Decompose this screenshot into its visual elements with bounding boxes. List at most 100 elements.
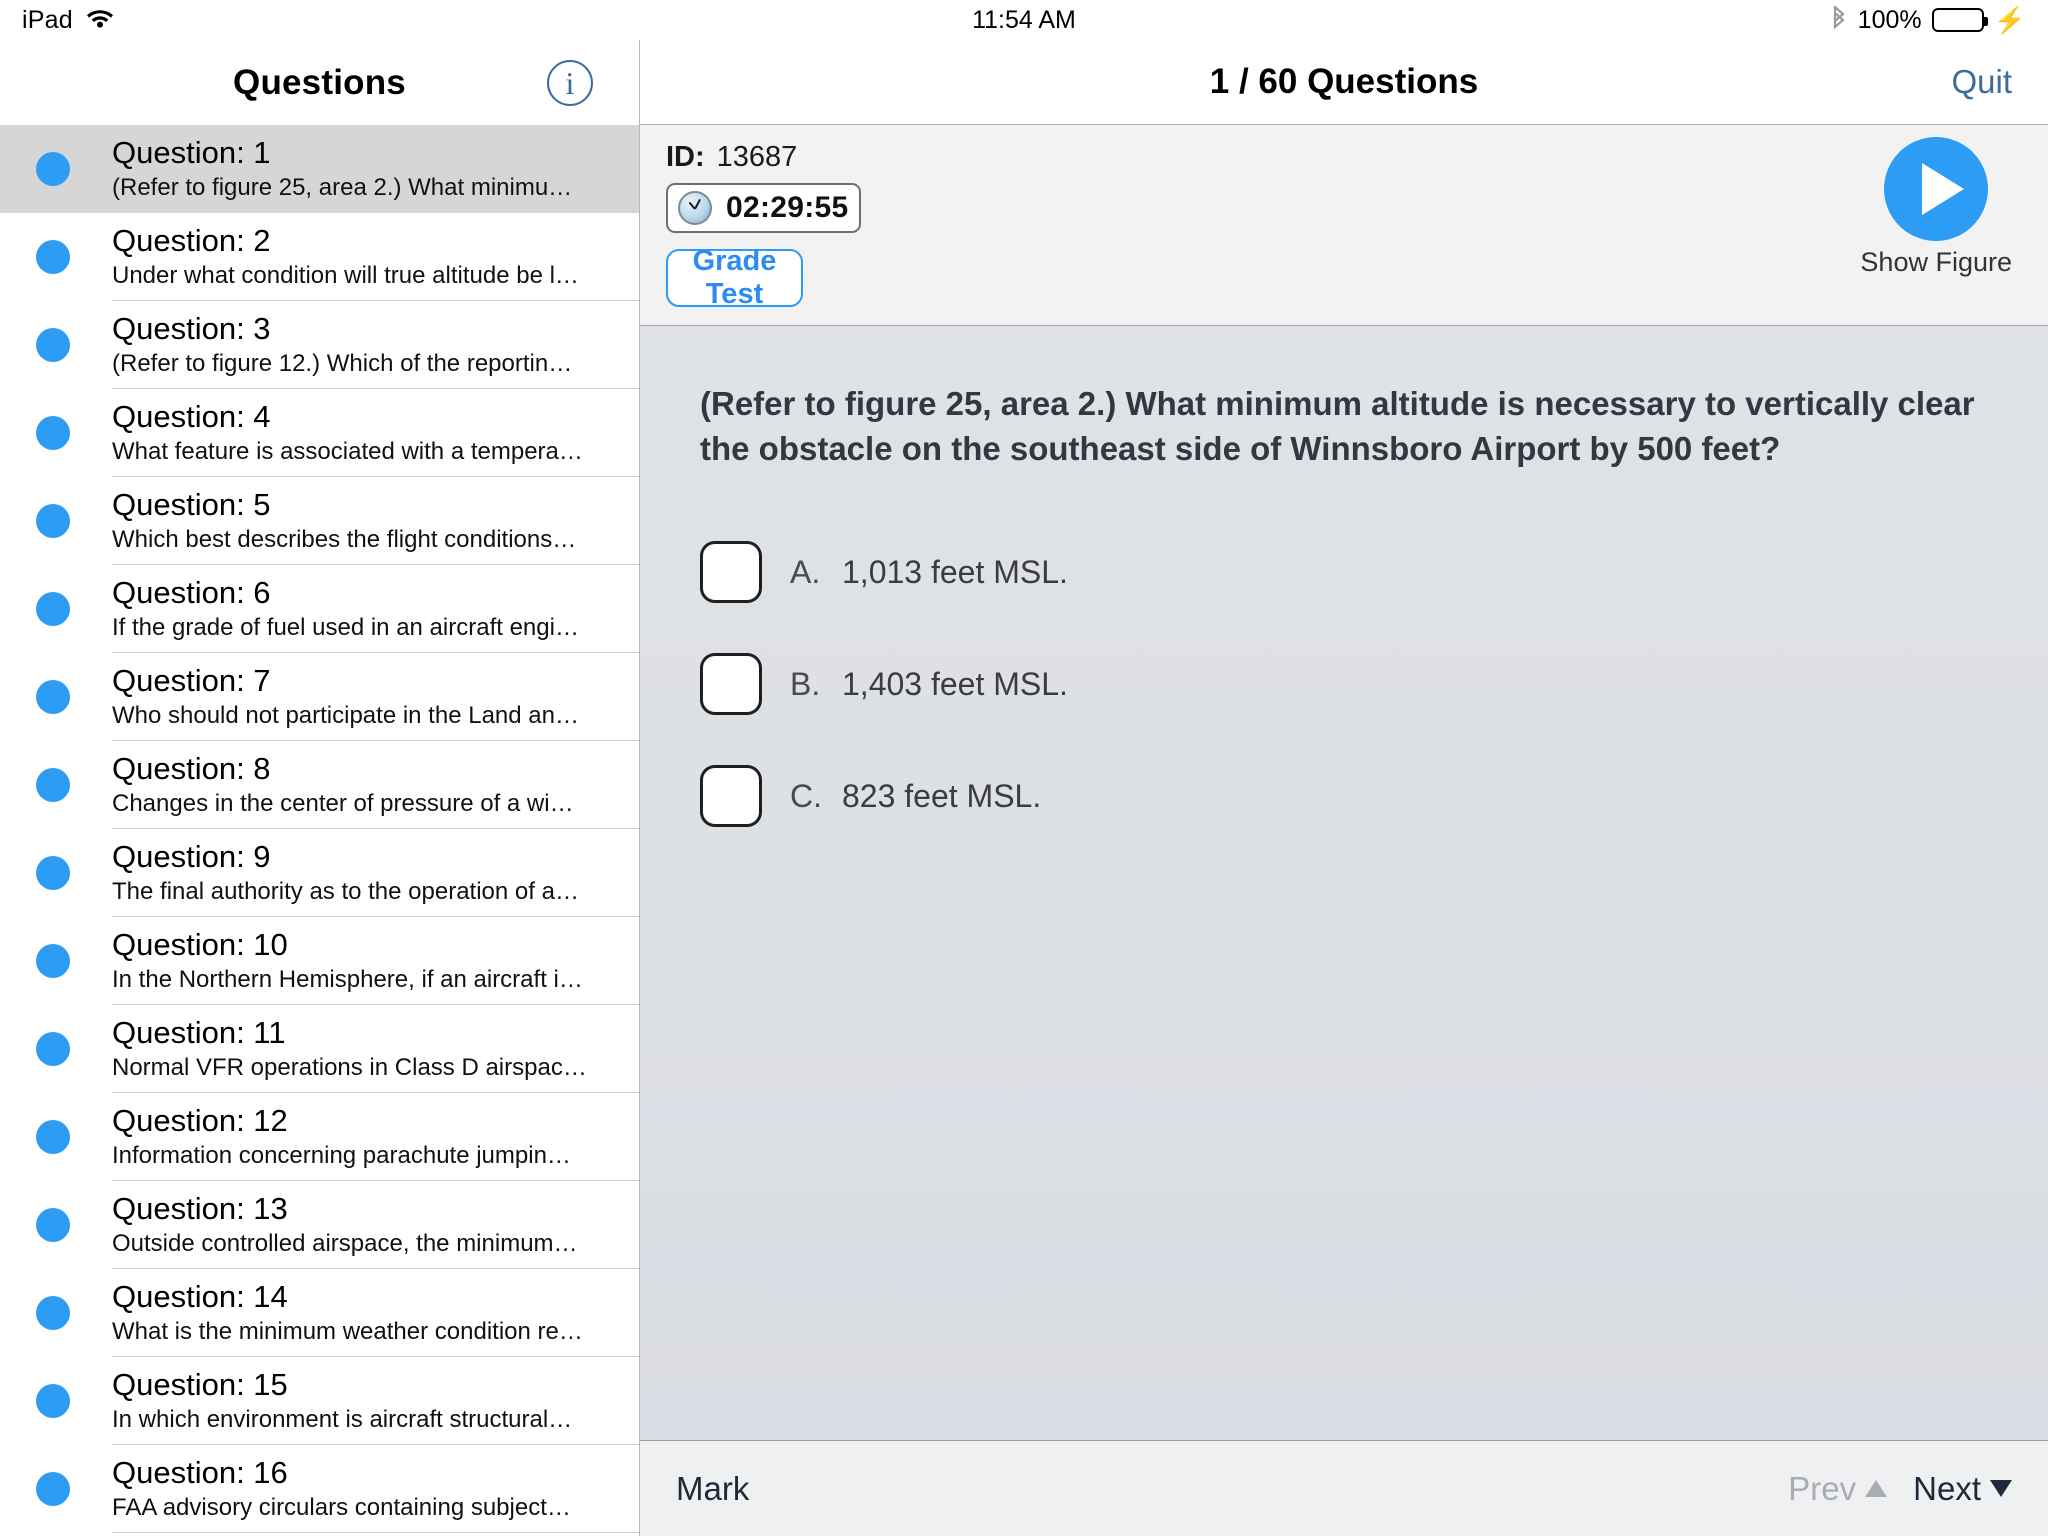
- question-list-item-title: Question: 13: [112, 1191, 288, 1227]
- question-status-dot: [36, 856, 70, 890]
- question-list-item-preview: Information concerning parachute jumpin…: [112, 1142, 571, 1170]
- question-list-item-preview: (Refer to figure 25, area 2.) What minim…: [112, 174, 573, 202]
- question-list-item-text: Question: 7 Who should not participate in…: [112, 653, 639, 741]
- bluetooth-icon: [1830, 4, 1848, 34]
- question-list-item-preview: Who should not participate in the Land a…: [112, 702, 579, 730]
- question-list-item[interactable]: Question: 11 Normal VFR operations in Cla…: [0, 1005, 639, 1093]
- question-list-item-text: Question: 14 What is the minimum weather …: [112, 1269, 639, 1357]
- question-list-item[interactable]: Question: 15 In which environment is airc…: [0, 1357, 639, 1445]
- question-list-item-text: Question: 5 Which best describes the flig…: [112, 477, 639, 565]
- question-status-dot: [36, 1032, 70, 1066]
- sidebar-header: Questions i: [0, 40, 639, 125]
- question-status-dot: [36, 152, 70, 186]
- battery-icon: [1931, 8, 1988, 32]
- question-list-item-text: Question: 12 Information concerning parac…: [112, 1093, 639, 1181]
- answer-text: 823 feet MSL.: [842, 777, 1042, 814]
- answer-letter: C.: [790, 777, 822, 814]
- question-list-item[interactable]: Question: 9 The final authority as to the…: [0, 829, 639, 917]
- question-list-item[interactable]: Question: 12 Information concerning parac…: [0, 1093, 639, 1181]
- question-list-item[interactable]: Question: 14 What is the minimum weather …: [0, 1269, 639, 1357]
- show-figure-label: Show Figure: [1860, 247, 2012, 277]
- question-status-dot: [36, 416, 70, 450]
- answer-letter: B.: [790, 665, 821, 702]
- question-list-item-title: Question: 11: [112, 1015, 286, 1051]
- question-list-item[interactable]: Question: 10 In the Northern Hemisphere, …: [0, 917, 639, 1005]
- question-list-item-title: Question: 16: [112, 1455, 288, 1491]
- question-list-item-title: Question: 4: [112, 399, 271, 435]
- answer-checkbox[interactable]: [700, 765, 762, 828]
- question-list-item-text: Question: 15 In which environment is airc…: [112, 1357, 639, 1445]
- question-list-item-preview: FAA advisory circulars containing subjec…: [112, 1494, 571, 1522]
- status-bar-clock: 11:54 AM: [972, 5, 1076, 34]
- question-list-item-text: Question: 16 FAA advisory circulars conta…: [112, 1445, 639, 1533]
- question-list-item-title: Question: 10: [112, 927, 288, 963]
- test-info-left: ID: 13687 02:29:55 Grade Test: [640, 141, 861, 310]
- clock-icon: [678, 191, 712, 225]
- question-list[interactable]: Question: 1 (Refer to figure 25, area 2.)…: [0, 125, 639, 1536]
- question-counter: 1 / 60 Questions: [1209, 62, 1479, 101]
- question-id: ID: 13687: [666, 141, 861, 174]
- answer-text: 1,013 feet MSL.: [842, 553, 1068, 590]
- play-icon[interactable]: [1884, 137, 1989, 241]
- question-list-item-preview: (Refer to figure 12.) Which of the repor…: [112, 350, 573, 378]
- question-pane: 1 / 60 Questions Quit ID: 13687 02:29:55…: [640, 40, 2048, 1536]
- question-list-item-text: Question: 2 Under what condition will tru…: [112, 213, 639, 301]
- question-list-item[interactable]: Question: 4 What feature is associated wi…: [0, 389, 639, 477]
- answer-option[interactable]: B. 1,403 feet MSL.: [700, 653, 1984, 716]
- question-list-item-title: Question: 5: [112, 487, 271, 523]
- question-list-item[interactable]: Question: 3 (Refer to figure 12.) Which o…: [0, 301, 639, 389]
- device-name-label: iPad: [22, 5, 73, 34]
- question-list-item-preview: In which environment is aircraft structu…: [112, 1406, 573, 1434]
- question-status-dot: [36, 1120, 70, 1154]
- answer-checkbox[interactable]: [700, 653, 762, 716]
- question-status-dot: [36, 768, 70, 802]
- question-list-item-preview: In the Northern Hemisphere, if an aircra…: [112, 966, 583, 994]
- question-status-dot: [36, 592, 70, 626]
- question-list-item-text: Question: 11 Normal VFR operations in Cla…: [112, 1005, 639, 1093]
- question-status-dot: [36, 944, 70, 978]
- question-list-item-preview: Changes in the center of pressure of a w…: [112, 790, 574, 818]
- timer-display: 02:29:55: [666, 183, 861, 233]
- answer-text: 1,403 feet MSL.: [842, 665, 1068, 702]
- question-list-item-text: Question: 4 What feature is associated wi…: [112, 389, 639, 477]
- question-status-dot: [36, 328, 70, 362]
- question-list-item[interactable]: Question: 6 If the grade of fuel used in …: [0, 565, 639, 653]
- show-figure-button[interactable]: Show Figure: [1860, 137, 2012, 278]
- test-info-panel: ID: 13687 02:29:55 Grade Test Show Figur…: [640, 125, 2048, 326]
- question-list-item-preview: If the grade of fuel used in an aircraft…: [112, 614, 579, 642]
- answer-option[interactable]: C. 823 feet MSL.: [700, 765, 1984, 828]
- lightning-bolt-icon: ⚡: [1993, 5, 2026, 35]
- prev-label: Prev: [1788, 1469, 1857, 1507]
- question-list-item-preview: Under what condition will true altitude …: [112, 262, 579, 290]
- question-id-value: 13687: [716, 141, 798, 173]
- question-list-item[interactable]: Question: 16 FAA advisory circulars conta…: [0, 1445, 639, 1533]
- status-bar-left: iPad: [22, 6, 115, 35]
- question-list-item-title: Question: 12: [112, 1103, 288, 1139]
- question-list-item-text: Question: 13 Outside controlled airspace,…: [112, 1181, 639, 1269]
- grade-test-button[interactable]: Grade Test: [666, 245, 803, 310]
- question-list-item[interactable]: Question: 8 Changes in the center of pres…: [0, 741, 639, 829]
- question-list-item[interactable]: Question: 1 (Refer to figure 25, area 2.)…: [0, 125, 639, 213]
- navigation-buttons: Prev Next: [1788, 1470, 2012, 1508]
- ios-status-bar: iPad 11:54 AM 100% ⚡: [0, 0, 2048, 40]
- question-status-dot: [36, 1296, 70, 1330]
- question-status-dot: [36, 504, 70, 538]
- answer-options[interactable]: A. 1,013 feet MSL. B. 1,403 feet MSL. C. 823 …: [700, 541, 1984, 828]
- mark-button[interactable]: Mark: [676, 1470, 749, 1508]
- next-label: Next: [1913, 1469, 1981, 1507]
- question-list-item[interactable]: Question: 13 Outside controlled airspace,…: [0, 1181, 639, 1269]
- next-button[interactable]: Next: [1913, 1470, 2012, 1508]
- question-list-item-preview: What is the minimum weather condition re…: [112, 1318, 583, 1346]
- app-root: iPad 11:54 AM 100% ⚡ Questions i Questio…: [0, 0, 2048, 1536]
- main-split: Questions i Question: 1 (Refer to figure …: [0, 40, 2048, 1536]
- prev-button[interactable]: Prev: [1788, 1469, 1888, 1508]
- question-list-item-preview: Normal VFR operations in Class D airspac…: [112, 1054, 587, 1082]
- answer-option[interactable]: A. 1,013 feet MSL.: [700, 541, 1984, 604]
- sidebar-title: Questions: [233, 62, 406, 102]
- answer-checkbox[interactable]: [700, 541, 762, 604]
- question-list-item-title: Question: 7: [112, 663, 271, 699]
- info-icon[interactable]: i: [547, 59, 593, 106]
- question-list-item[interactable]: Question: 7 Who should not participate in…: [0, 653, 639, 741]
- question-list-item[interactable]: Question: 2 Under what condition will tru…: [0, 213, 639, 301]
- question-list-item[interactable]: Question: 5 Which best describes the flig…: [0, 477, 639, 565]
